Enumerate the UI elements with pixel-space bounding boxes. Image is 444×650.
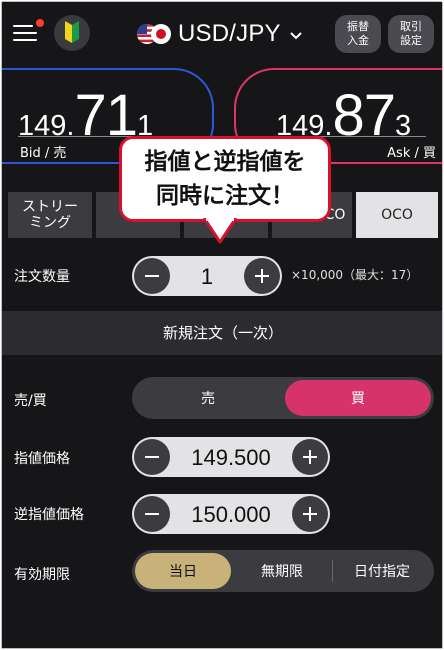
beginner-mark-button[interactable]	[54, 15, 90, 51]
chevron-down-icon	[290, 32, 302, 40]
currency-pair-selector[interactable]: USD/JPY	[136, 17, 303, 51]
feature-callout: 指値と逆指値を 同時に注文！	[119, 136, 331, 222]
order-form: 注文数量 1 ×10,000（最大：17） 新規注文（一次） 売/買 売 買 指…	[2, 238, 442, 648]
limit-price-stepper[interactable]: 149.500	[132, 437, 330, 477]
app-frame: USD/JPY 振替 入金 取引 設定 149.711 Bid / 売 149.…	[1, 1, 443, 649]
expiry-option-unlimited[interactable]: 無期限	[233, 553, 331, 589]
stop-price-stepper[interactable]: 150.000	[132, 494, 330, 534]
plus-icon	[255, 269, 269, 283]
currency-pair-label: USD/JPY	[178, 20, 281, 47]
beginner-mark-icon	[65, 21, 79, 43]
tab-streaming[interactable]: ストリー ミング	[8, 192, 92, 238]
quantity-label: 注文数量	[14, 269, 70, 285]
quantity-unit: ×10,000（最大：17）	[291, 268, 419, 282]
plus-icon	[303, 450, 317, 464]
stop-plus-button[interactable]	[292, 496, 328, 532]
callout-line-2: 同時に注文！	[156, 183, 294, 209]
quantity-stepper[interactable]: 1	[132, 256, 282, 296]
side-toggle: 売 買	[132, 377, 434, 419]
sell-option[interactable]: 売	[135, 380, 281, 416]
section-title: 新規注文（一次）	[2, 311, 442, 355]
bid-label: Bid / 売	[20, 146, 67, 161]
trade-settings-button[interactable]: 取引 設定	[388, 15, 434, 53]
bid-price-major: 149.	[18, 110, 75, 142]
notification-dot	[36, 19, 44, 27]
expiry-label: 有効期限	[14, 567, 70, 583]
transfer-deposit-button[interactable]: 振替 入金	[335, 15, 381, 53]
limit-plus-button[interactable]	[292, 439, 328, 475]
side-label: 売/買	[14, 393, 47, 409]
tab-oco[interactable]: OCO	[356, 192, 438, 238]
expiry-option-today[interactable]: 当日	[135, 553, 231, 589]
stop-price-label: 逆指値価格	[14, 507, 84, 523]
ask-label: Ask / 買	[387, 146, 436, 161]
buy-option[interactable]: 買	[285, 380, 431, 416]
ask-price-fraction: 3	[394, 110, 412, 142]
menu-icon[interactable]	[13, 24, 37, 42]
callout-line-1: 指値と逆指値を	[144, 149, 306, 175]
quantity-plus-button[interactable]	[244, 258, 280, 294]
expiry-toggle: 当日 無期限 日付指定	[132, 550, 434, 592]
header: USD/JPY 振替 入金 取引 設定	[2, 2, 442, 66]
us-flag-icon	[137, 24, 171, 44]
callout-pointer	[202, 218, 238, 244]
limit-price-label: 指値価格	[14, 451, 70, 467]
plus-icon	[303, 507, 317, 521]
ask-price-pips: 87	[332, 83, 396, 148]
expiry-option-date[interactable]: 日付指定	[333, 553, 431, 589]
